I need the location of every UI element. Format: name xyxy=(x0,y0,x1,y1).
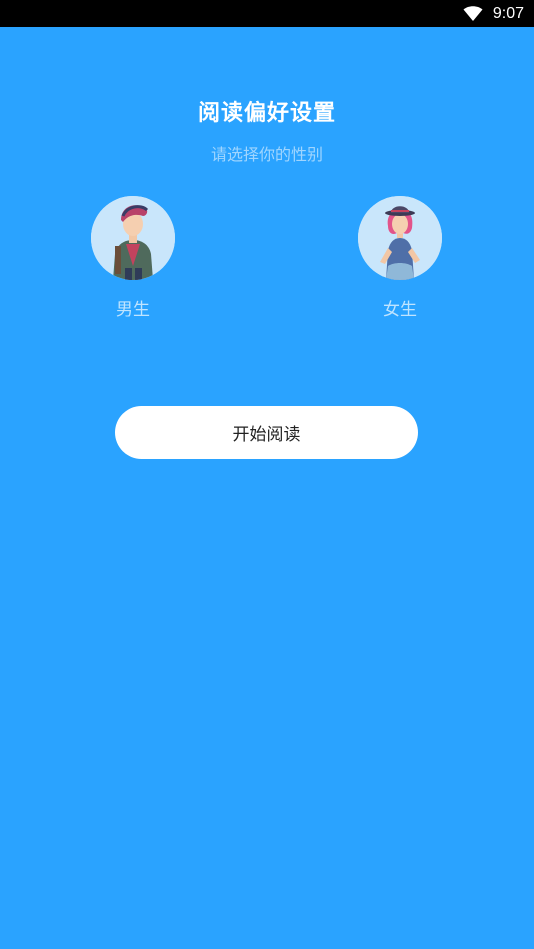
status-bar: 9:07 xyxy=(0,0,534,27)
page-subtitle: 请选择你的性别 xyxy=(210,145,323,164)
gender-label-female: 女生 xyxy=(383,300,417,320)
page-title: 阅读偏好设置 xyxy=(197,101,336,126)
gender-option-female[interactable]: 女生 xyxy=(357,196,443,320)
status-time: 9:07 xyxy=(492,4,524,22)
start-reading-button[interactable]: 开始阅读 xyxy=(115,406,418,459)
gender-option-male[interactable]: 男生 xyxy=(90,196,176,320)
wifi-icon xyxy=(463,5,483,21)
preference-screen: 阅读偏好设置 请选择你的性别 男生 女生 开始阅读 xyxy=(0,27,534,949)
male-avatar-icon[interactable] xyxy=(91,196,175,280)
female-avatar-icon[interactable] xyxy=(358,196,442,280)
gender-label-male: 男生 xyxy=(116,300,150,320)
